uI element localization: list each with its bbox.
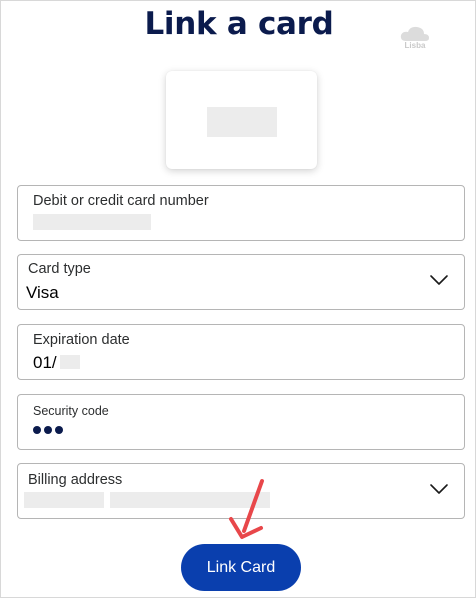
watermark-label: Lisba	[404, 41, 426, 50]
card-number-redacted	[33, 214, 151, 230]
expiration-date-label: Expiration date	[33, 332, 130, 348]
link-card-button[interactable]: Link Card	[181, 544, 301, 591]
security-code-label: Security code	[33, 404, 109, 418]
card-type-select[interactable]: Card type Visa	[17, 254, 465, 310]
security-code-field[interactable]: Security code	[17, 394, 465, 450]
security-code-masked	[33, 426, 63, 434]
card-type-label: Card type	[28, 261, 91, 277]
expiration-date-value: 01/	[33, 353, 57, 372]
watermark-logo: Lisba	[398, 24, 432, 52]
card-number-field[interactable]: Debit or credit card number	[17, 185, 465, 241]
link-card-page: Link a card Lisba Debit or credit card n…	[0, 0, 476, 598]
card-preview-redacted	[207, 107, 277, 137]
billing-address-redacted	[24, 492, 104, 508]
card-type-value: Visa	[26, 283, 59, 302]
card-number-label: Debit or credit card number	[33, 193, 209, 209]
chevron-down-icon[interactable]	[428, 478, 450, 500]
expiration-date-field[interactable]: Expiration date 01/	[17, 324, 465, 380]
arrow-icon	[229, 479, 264, 539]
chevron-down-icon[interactable]	[428, 269, 450, 291]
card-preview	[166, 71, 317, 169]
mask-dot	[33, 426, 41, 434]
mask-dot	[55, 426, 63, 434]
expiration-year-redacted	[60, 355, 80, 369]
billing-address-label: Billing address	[28, 472, 123, 488]
mask-dot	[44, 426, 52, 434]
